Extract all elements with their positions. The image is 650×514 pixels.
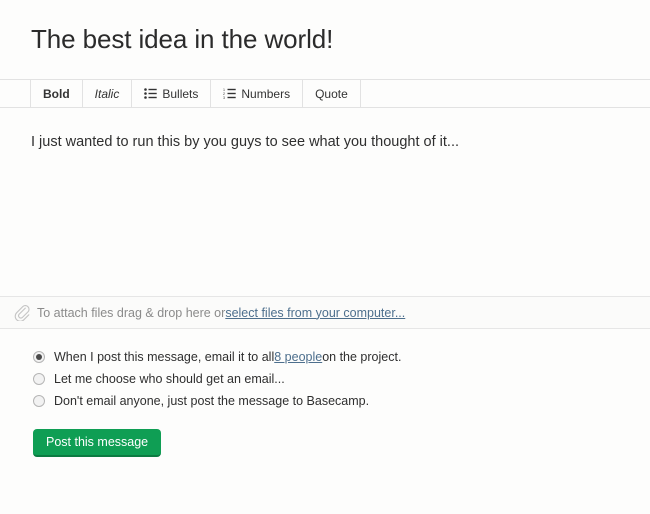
bold-button-label: Bold [43, 86, 70, 101]
notify-option-none[interactable]: Don't email anyone, just post the messag… [33, 390, 650, 412]
notify-option-all-people[interactable]: When I post this message, email it to al… [33, 346, 650, 368]
quote-button[interactable]: Quote [302, 80, 361, 107]
notify-option-choose[interactable]: Let me choose who should get an email... [33, 368, 650, 390]
title-section: The best idea in the world! [0, 0, 650, 56]
bullets-button-label: Bullets [162, 86, 199, 101]
quote-button-label: Quote [315, 86, 348, 101]
toolbar-empty-area [361, 80, 650, 107]
notification-options-group: When I post this message, email it to al… [0, 329, 650, 412]
numbers-button-label: Numbers [241, 86, 291, 101]
format-toolbar: Bold Italic Bullets 1 2 3 Numbers Quote [0, 79, 650, 108]
notify-option-label-prefix: When I post this message, email it to al… [54, 350, 275, 364]
attach-prompt-text: To attach files drag & drop here or [37, 305, 226, 320]
message-body-editor[interactable]: I just wanted to run this by you guys to… [0, 108, 650, 296]
bold-button[interactable]: Bold [30, 80, 83, 107]
numbers-button[interactable]: 1 2 3 Numbers [210, 80, 304, 107]
radio-notify-all[interactable] [33, 351, 45, 363]
paperclip-icon [14, 304, 30, 321]
bullets-button[interactable]: Bullets [131, 80, 212, 107]
people-count-link[interactable]: 8 people [274, 350, 322, 364]
select-files-link[interactable]: select files from your computer... [225, 306, 405, 320]
page-title: The best idea in the world! [31, 24, 334, 54]
bulleted-list-icon [144, 88, 158, 99]
italic-button-label: Italic [94, 86, 120, 101]
message-body-text: I just wanted to run this by you guys to… [31, 134, 459, 150]
radio-notify-choose[interactable] [33, 373, 45, 385]
notify-option-choose-label: Let me choose who should get an email... [54, 372, 285, 386]
file-attach-dropzone[interactable]: To attach files drag & drop here or sele… [0, 296, 650, 329]
notify-option-label-suffix: on the project. [322, 350, 402, 364]
submit-section: Post this message [0, 412, 650, 457]
radio-notify-none[interactable] [33, 395, 45, 407]
numbered-list-icon: 1 2 3 [223, 88, 237, 99]
notify-option-none-label: Don't email anyone, just post the messag… [54, 394, 370, 408]
italic-button[interactable]: Italic [81, 80, 133, 107]
toolbar-left-spacer [0, 80, 31, 107]
post-this-message-button[interactable]: Post this message [33, 429, 162, 457]
svg-text:3: 3 [223, 96, 225, 99]
